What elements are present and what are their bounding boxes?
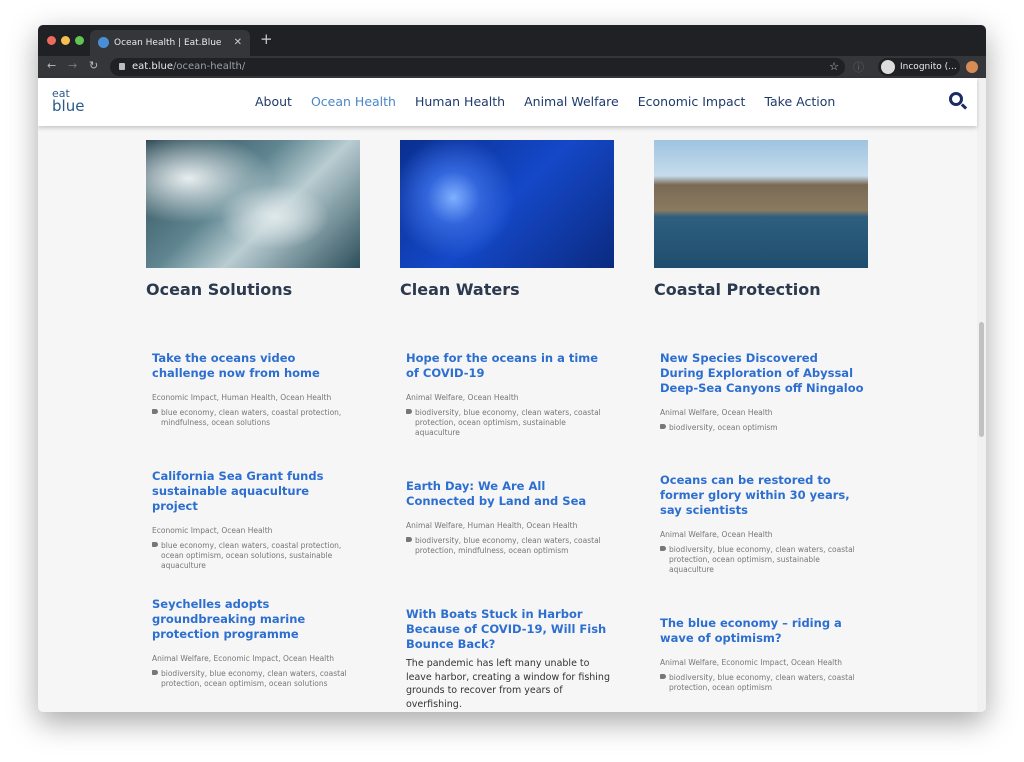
post-categories[interactable]: Animal Welfare, Ocean Health <box>406 393 611 402</box>
post-item: Oceans can be restored to former glory w… <box>660 473 865 575</box>
logo-bottom: blue <box>52 97 85 115</box>
maximize-window-button[interactable] <box>75 36 84 45</box>
post-item: California Sea Grant funds sustainable a… <box>152 469 357 571</box>
post-title-link[interactable]: With Boats Stuck in Harbor Because of CO… <box>406 607 611 652</box>
tag-icon <box>152 409 158 414</box>
post-tags[interactable]: biodiversity, blue economy, clean waters… <box>660 673 865 693</box>
tag-icon <box>152 542 158 547</box>
post-item: With Boats Stuck in Harbor Because of CO… <box>406 607 611 712</box>
url-host: eat.blue <box>132 61 173 72</box>
post-tags[interactable]: biodiversity, blue economy, clean waters… <box>406 536 611 556</box>
incognito-profile-button[interactable]: Incognito (... <box>878 58 960 76</box>
tag-icon <box>406 537 412 542</box>
post-item: Take the oceans video challenge now from… <box>152 351 357 428</box>
tag-icon <box>660 546 666 551</box>
tab-title: Ocean Health | Eat.Blue <box>114 38 222 48</box>
browser-tab[interactable]: Ocean Health | Eat.Blue ✕ <box>90 30 250 56</box>
post-title-link[interactable]: California Sea Grant funds sustainable a… <box>152 469 357 514</box>
minimize-window-button[interactable] <box>61 36 70 45</box>
category-image[interactable] <box>400 140 614 268</box>
post-tags-text[interactable]: blue economy, clean waters, coastal prot… <box>161 408 341 427</box>
info-icon[interactable]: ⓘ <box>853 59 864 75</box>
tag-icon <box>152 670 158 675</box>
post-title-link[interactable]: The blue economy – riding a wave of opti… <box>660 616 865 646</box>
forward-icon[interactable]: → <box>68 59 77 72</box>
post-tags-text[interactable]: biodiversity, blue economy, clean waters… <box>669 673 855 692</box>
post-tags-text[interactable]: blue economy, clean waters, coastal prot… <box>161 541 341 570</box>
extension-icon[interactable] <box>966 61 978 73</box>
post-grid: Ocean Solutions Take the oceans video cha… <box>38 126 977 712</box>
post-tags[interactable]: biodiversity, ocean optimism <box>660 423 865 433</box>
reload-icon[interactable]: ↻ <box>89 59 98 72</box>
incognito-icon <box>881 60 895 74</box>
post-item: Earth Day: We Are All Connected by Land … <box>406 479 611 556</box>
post-tags[interactable]: blue economy, clean waters, coastal prot… <box>152 408 357 428</box>
bookmark-star-icon[interactable]: ☆ <box>829 58 839 76</box>
post-title-link[interactable]: New Species Discovered During Exploratio… <box>660 351 865 396</box>
scrollbar-thumb[interactable] <box>979 322 984 437</box>
site-logo[interactable]: eat blue <box>52 88 85 115</box>
post-item: Hope for the oceans in a time of COVID-1… <box>406 351 611 438</box>
category-title[interactable]: Clean Waters <box>400 280 520 299</box>
tag-icon <box>660 424 666 429</box>
post-categories[interactable]: Animal Welfare, Ocean Health <box>660 408 865 417</box>
category-image[interactable] <box>146 140 360 268</box>
post-categories[interactable]: Economic Impact, Human Health, Ocean Hea… <box>152 393 357 402</box>
nav-ocean-health[interactable]: Ocean Health <box>311 94 396 109</box>
close-tab-icon[interactable]: ✕ <box>234 30 242 56</box>
post-title-link[interactable]: Earth Day: We Are All Connected by Land … <box>406 479 611 509</box>
post-tags-text[interactable]: biodiversity, ocean optimism <box>669 423 778 432</box>
post-tags[interactable]: biodiversity, blue economy, clean waters… <box>152 669 357 689</box>
post-title-link[interactable]: Seychelles adopts groundbreaking marine … <box>152 597 357 642</box>
close-window-button[interactable] <box>47 36 56 45</box>
post-categories[interactable]: Animal Welfare, Human Health, Ocean Heal… <box>406 521 611 530</box>
nav-human-health[interactable]: Human Health <box>415 94 505 109</box>
column-clean-waters: Clean Waters Hope for the oceans in a tim… <box>400 126 614 712</box>
nav-economic-impact[interactable]: Economic Impact <box>638 94 746 109</box>
post-tags-text[interactable]: biodiversity, blue economy, clean waters… <box>161 669 347 688</box>
category-title[interactable]: Ocean Solutions <box>146 280 292 299</box>
post-tags[interactable]: blue economy, clean waters, coastal prot… <box>152 541 357 571</box>
post-tags[interactable]: biodiversity, blue economy, clean waters… <box>406 408 611 438</box>
category-image[interactable] <box>654 140 868 268</box>
site-header: eat blue About Ocean Health Human Health Ani… <box>38 78 977 126</box>
address-bar: ← → ↻ eat.blue/ocean-health/ ☆ ⓘ Incogni… <box>38 56 986 78</box>
post-excerpt: The pandemic has left many unable to lea… <box>406 658 610 710</box>
post-item: New Species Discovered During Exploratio… <box>660 351 865 433</box>
url-input[interactable]: eat.blue/ocean-health/ ☆ <box>110 58 845 76</box>
lock-icon <box>119 63 125 70</box>
nav-take-action[interactable]: Take Action <box>764 94 835 109</box>
profile-label: Incognito (... <box>900 62 957 72</box>
tag-icon <box>660 674 666 679</box>
url-path: /ocean-health/ <box>173 61 246 72</box>
nav-animal-welfare[interactable]: Animal Welfare <box>524 94 619 109</box>
post-categories[interactable]: Animal Welfare, Economic Impact, Ocean H… <box>152 654 357 663</box>
post-categories[interactable]: Animal Welfare, Ocean Health <box>660 530 865 539</box>
search-icon[interactable] <box>949 92 963 106</box>
back-icon[interactable]: ← <box>47 59 56 72</box>
column-coastal-protection: Coastal Protection New Species Discovered… <box>654 126 868 712</box>
post-categories[interactable]: Economic Impact, Ocean Health <box>152 526 357 535</box>
tab-bar: Ocean Health | Eat.Blue ✕ + <box>38 25 986 56</box>
tag-icon <box>406 409 412 414</box>
post-title-link[interactable]: Oceans can be restored to former glory w… <box>660 473 865 518</box>
post-categories[interactable]: Animal Welfare, Economic Impact, Ocean H… <box>660 658 865 667</box>
column-ocean-solutions: Ocean Solutions Take the oceans video cha… <box>146 126 360 712</box>
post-item: The blue economy – riding a wave of opti… <box>660 616 865 693</box>
browser-window: Ocean Health | Eat.Blue ✕ + ← → ↻ eat.bl… <box>38 25 986 712</box>
wordpress-icon <box>98 37 109 48</box>
category-title[interactable]: Coastal Protection <box>654 280 821 299</box>
nav-about[interactable]: About <box>255 94 292 109</box>
post-item: Seychelles adopts groundbreaking marine … <box>152 597 357 689</box>
main-nav: About Ocean Health Human Health Animal Welf… <box>255 94 835 109</box>
scrollbar[interactable] <box>977 78 986 712</box>
post-tags[interactable]: biodiversity, blue economy, clean waters… <box>660 545 865 575</box>
post-title-link[interactable]: Hope for the oceans in a time of COVID-1… <box>406 351 611 381</box>
post-title-link[interactable]: Take the oceans video challenge now from… <box>152 351 357 381</box>
new-tab-icon[interactable]: + <box>260 30 273 48</box>
post-tags-text[interactable]: biodiversity, blue economy, clean waters… <box>415 536 601 555</box>
post-tags-text[interactable]: biodiversity, blue economy, clean waters… <box>669 545 855 574</box>
post-tags-text[interactable]: biodiversity, blue economy, clean waters… <box>415 408 601 437</box>
